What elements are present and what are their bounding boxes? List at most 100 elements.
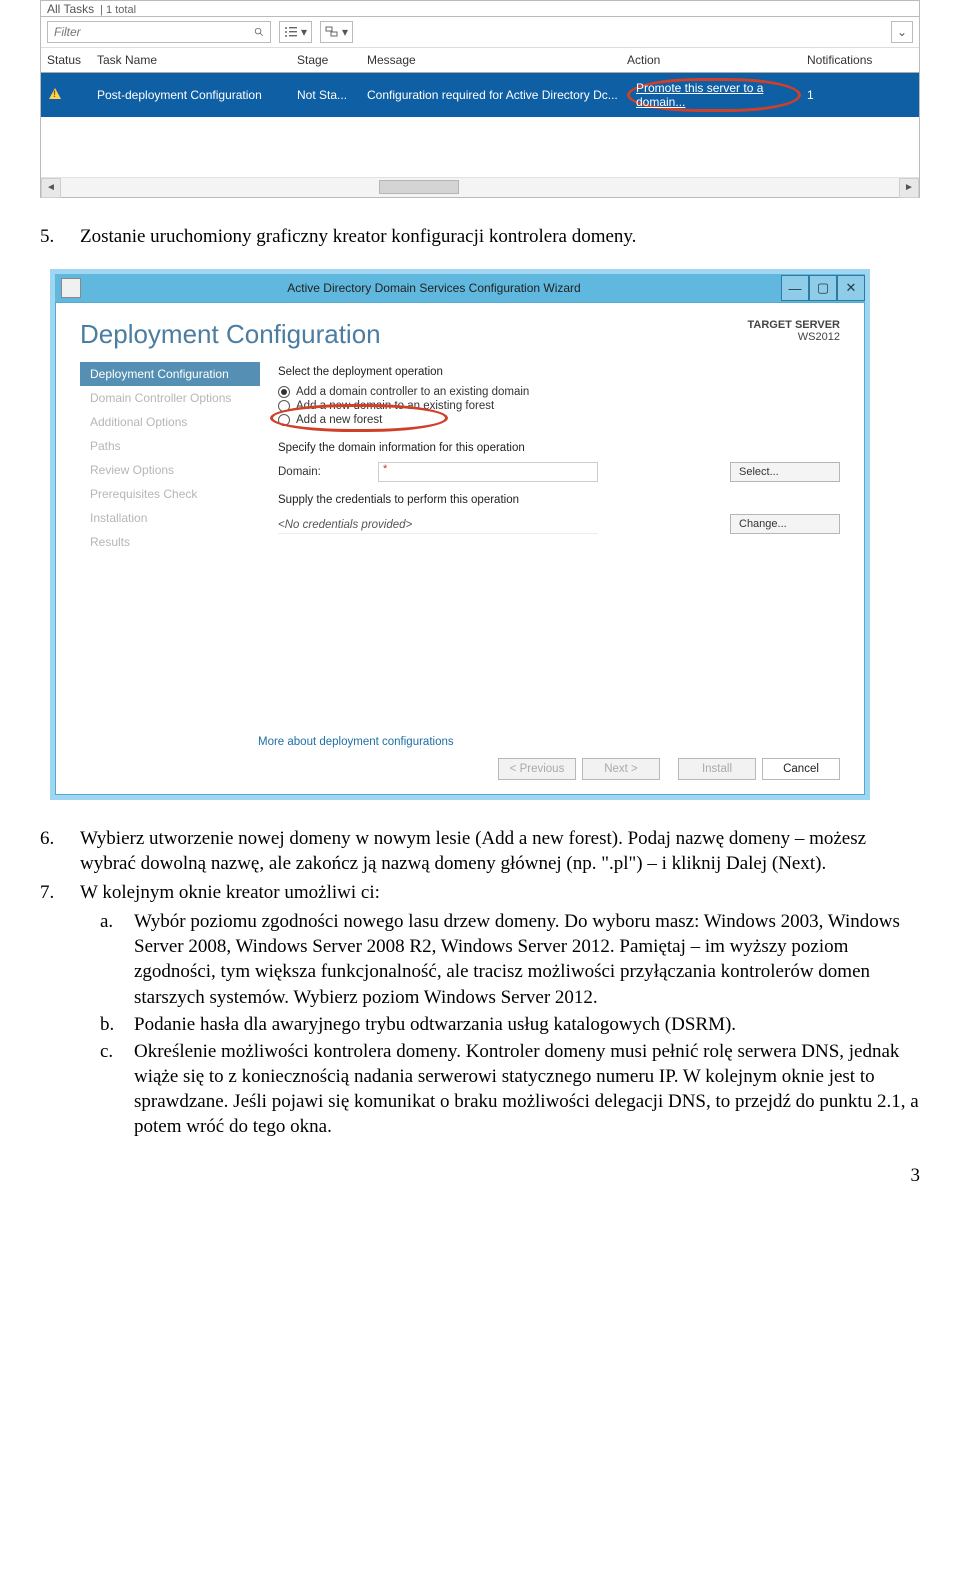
panel-title: All Tasks [47, 2, 94, 16]
filter-box[interactable] [47, 21, 271, 43]
creds-label: Supply the credentials to perform this o… [278, 494, 840, 506]
list-view-button[interactable]: ▾ [279, 21, 312, 43]
nav-step-paths: Paths [80, 434, 260, 458]
tags-icon [325, 26, 339, 38]
domain-input[interactable]: * [378, 462, 598, 482]
minimize-icon: — [789, 281, 802, 296]
list-number: b. [100, 1012, 134, 1037]
list-number: c. [100, 1039, 134, 1139]
radio-add-controller[interactable]: Add a domain controller to an existing d… [278, 386, 840, 398]
collapse-button[interactable]: ⌄ [891, 21, 913, 43]
nav-step-review: Review Options [80, 458, 260, 482]
cell-notifications: 1 [807, 86, 913, 104]
nav-step-prereq: Prerequisites Check [80, 482, 260, 506]
list-text: Wybierz utworzenie nowej domeny w nowym … [80, 826, 920, 876]
close-icon: ✕ [846, 280, 857, 296]
scroll-right-button[interactable]: ► [899, 178, 919, 198]
wizard-title-bar[interactable]: Active Directory Domain Services Configu… [55, 274, 865, 302]
radio-add-forest[interactable]: Add a new forest [278, 414, 840, 426]
cell-stage: Not Sta... [297, 86, 367, 104]
cell-task-name: Post-deployment Configuration [97, 86, 297, 104]
radio-icon [278, 400, 290, 412]
wizard-window: Active Directory Domain Services Configu… [50, 269, 870, 800]
col-stage[interactable]: Stage [297, 51, 367, 69]
scroll-track[interactable] [61, 178, 899, 198]
scroll-thumb[interactable] [379, 180, 459, 194]
annotation-oval: Promote this server to a domain... [627, 78, 801, 112]
maximize-button[interactable]: ▢ [809, 275, 837, 301]
previous-button[interactable]: < Previous [498, 758, 576, 780]
list-item-7b: b. Podanie hasła dla awaryjnego trybu od… [100, 1012, 920, 1037]
col-action[interactable]: Action [627, 51, 807, 69]
cell-action[interactable]: Promote this server to a domain... [627, 76, 807, 114]
list-text: Określenie możliwości kontrolera domeny.… [134, 1039, 920, 1139]
panel-toolbar: ▾ ▾ ⌄ [41, 17, 919, 48]
list-item-7: 7. W kolejnym oknie kreator umożliwi ci: [40, 880, 920, 905]
specify-domain-label: Specify the domain information for this … [278, 442, 840, 454]
app-icon [61, 278, 81, 298]
list-item-7a: a. Wybór poziomu zgodności nowego lasu d… [100, 909, 920, 1009]
col-notifications[interactable]: Notifications [807, 51, 913, 69]
more-link[interactable]: More about deployment configurations [56, 722, 864, 748]
radio-icon [278, 414, 290, 426]
col-task-name[interactable]: Task Name [97, 51, 297, 69]
col-message[interactable]: Message [367, 51, 627, 69]
radio-add-domain[interactable]: Add a new domain to an existing forest [278, 400, 840, 412]
next-button[interactable]: Next > [582, 758, 660, 780]
list-icon [284, 26, 298, 38]
wizard-content: Select the deployment operation Add a do… [260, 362, 840, 722]
maximize-icon: ▢ [817, 280, 829, 296]
list-text: W kolejnym oknie kreator umożliwi ci: [80, 880, 380, 905]
domain-label: Domain: [278, 466, 378, 478]
nav-step-install: Installation [80, 506, 260, 530]
select-operation-label: Select the deployment operation [278, 366, 840, 378]
all-tasks-panel: All Tasks | 1 total ▾ ▾ ⌄ Status Task Na… [40, 0, 920, 198]
chevron-down-icon: ⌄ [897, 25, 907, 39]
list-number: 5. [40, 224, 80, 249]
list-number: 7. [40, 880, 80, 905]
list-item-5: 5. Zostanie uruchomiony graficzny kreato… [40, 224, 920, 249]
wizard-heading: Deployment Configuration [80, 319, 748, 350]
table-header: Status Task Name Stage Message Action No… [41, 48, 919, 73]
wizard-header: Deployment Configuration TARGET SERVER W… [56, 303, 864, 362]
page-number: 3 [40, 1165, 920, 1187]
warning-icon [49, 88, 61, 99]
wizard-title: Active Directory Domain Services Configu… [87, 281, 781, 295]
list-item-6: 6. Wybierz utworzenie nowej domeny w now… [40, 826, 920, 876]
filter-input[interactable] [48, 25, 248, 39]
col-status[interactable]: Status [47, 51, 97, 69]
wizard-footer: < Previous Next > Install Cancel [56, 748, 864, 794]
change-button[interactable]: Change... [730, 514, 840, 534]
list-text: Zostanie uruchomiony graficzny kreator k… [80, 224, 636, 249]
chevron-down-icon: ▾ [342, 25, 348, 39]
table-body-empty [41, 117, 919, 177]
horizontal-scrollbar[interactable]: ◄ ► [41, 177, 919, 197]
task-count: | 1 total [100, 4, 136, 16]
cell-message: Configuration required for Active Direct… [367, 86, 627, 104]
install-button[interactable]: Install [678, 758, 756, 780]
nav-step-deployment[interactable]: Deployment Configuration [80, 362, 260, 386]
scroll-left-button[interactable]: ◄ [41, 178, 61, 198]
list-item-7c: c. Określenie możliwości kontrolera dome… [100, 1039, 920, 1139]
list-number: 6. [40, 826, 80, 876]
list-text: Wybór poziomu zgodności nowego lasu drze… [134, 909, 920, 1009]
wizard-nav: Deployment Configuration Domain Controll… [80, 362, 260, 722]
panel-title-bar: All Tasks | 1 total [41, 0, 919, 17]
search-icon[interactable] [248, 26, 270, 38]
chevron-down-icon: ▾ [301, 25, 307, 39]
nav-step-additional: Additional Options [80, 410, 260, 434]
target-server-label: TARGET SERVER WS2012 [748, 319, 841, 343]
table-row[interactable]: Post-deployment Configuration Not Sta...… [41, 73, 919, 117]
minimize-button[interactable]: — [781, 275, 809, 301]
nav-step-dc-options: Domain Controller Options [80, 386, 260, 410]
close-button[interactable]: ✕ [837, 275, 865, 301]
tag-view-button[interactable]: ▾ [320, 21, 353, 43]
list-text: Podanie hasła dla awaryjnego trybu odtwa… [134, 1012, 736, 1037]
select-button[interactable]: Select... [730, 462, 840, 482]
list-number: a. [100, 909, 134, 1009]
cancel-button[interactable]: Cancel [762, 758, 840, 780]
nav-step-results: Results [80, 530, 260, 554]
radio-icon [278, 386, 290, 398]
credentials-field[interactable]: <No credentials provided> [278, 519, 598, 534]
cell-status [47, 86, 97, 104]
